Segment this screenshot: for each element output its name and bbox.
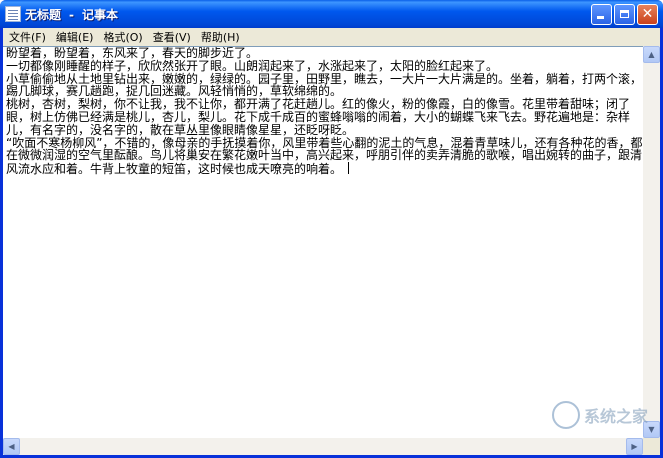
window-title: 无标题 - 记事本 (25, 6, 591, 23)
menu-help[interactable]: 帮助(H) (197, 29, 244, 45)
close-button[interactable]: ✕ (637, 3, 658, 25)
notepad-icon[interactable] (5, 6, 21, 22)
scroll-right-button[interactable]: ▶ (626, 438, 643, 455)
scroll-up-button[interactable]: ▲ (643, 46, 660, 63)
maximize-button[interactable] (614, 3, 635, 25)
minimize-button[interactable] (591, 3, 612, 25)
watermark-text: 系统之家 (583, 407, 648, 426)
menu-file[interactable]: 文件(F) (5, 29, 50, 45)
menu-format[interactable]: 格式(O) (99, 29, 146, 45)
app-name: 记事本 (82, 7, 119, 22)
watermark-logo: 系统之家 (551, 401, 648, 429)
vertical-scrollbar[interactable]: ▲ ▼ (643, 46, 660, 438)
editor-content[interactable]: 盼望着，盼望着，东风来了，春天的脚步近了。 一切都像刚睡醒的样子，欣欣然张开了眼… (6, 47, 643, 176)
maximize-icon (620, 10, 629, 18)
menu-bar: 文件(F) 编辑(E) 格式(O) 查看(V) 帮助(H) (3, 28, 660, 46)
document-title: 无标题 (25, 7, 62, 22)
watermark-icon (551, 401, 580, 429)
title-separator: - (69, 7, 74, 22)
notepad-window: 无标题 - 记事本 ✕ 文件(F) 编辑(E) 格式(O) 查看(V) 帮助(H) … (0, 0, 663, 458)
minimize-icon (597, 15, 604, 19)
scrollbar-corner (643, 438, 660, 455)
menu-edit[interactable]: 编辑(E) (52, 29, 98, 45)
text-editor-area[interactable]: 盼望着，盼望着，东风来了，春天的脚步近了。 一切都像刚睡醒的样子，欣欣然张开了眼… (3, 46, 643, 438)
text-caret (348, 162, 350, 175)
horizontal-scrollbar[interactable]: ◀ ▶ (3, 438, 643, 455)
menu-view[interactable]: 查看(V) (149, 29, 195, 45)
arrow-left-icon: ◀ (8, 441, 15, 451)
arrow-down-icon: ▼ (648, 424, 655, 434)
document-text: 盼望着，盼望着，东风来了，春天的脚步近了。 一切都像刚睡醒的样子，欣欣然张开了眼… (6, 46, 643, 177)
title-bar[interactable]: 无标题 - 记事本 ✕ (0, 0, 663, 28)
arrow-up-icon: ▲ (648, 49, 655, 59)
close-icon: ✕ (641, 6, 654, 22)
arrow-right-icon: ▶ (631, 441, 638, 451)
scroll-left-button[interactable]: ◀ (3, 438, 20, 455)
